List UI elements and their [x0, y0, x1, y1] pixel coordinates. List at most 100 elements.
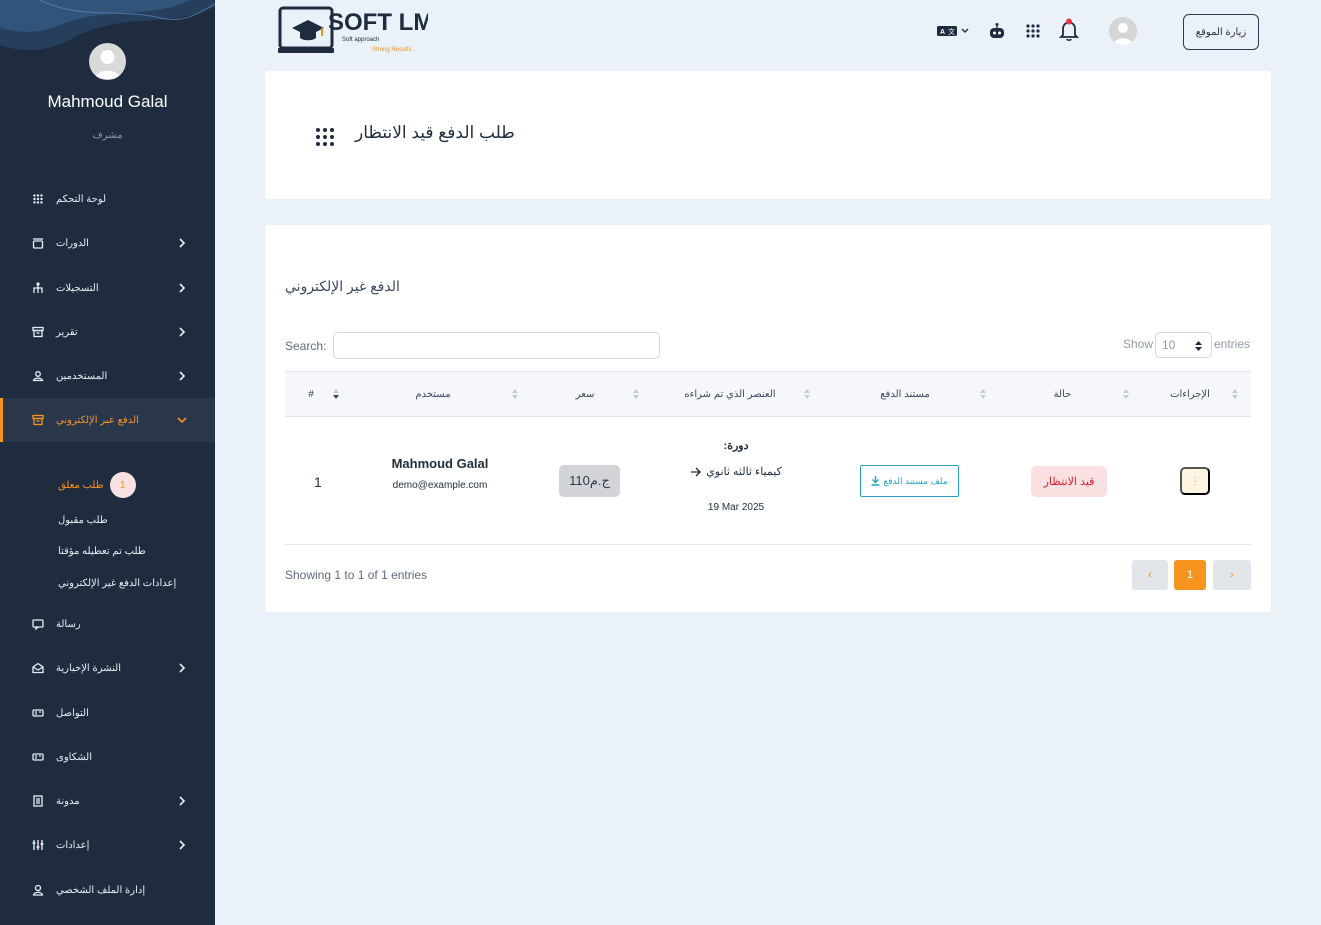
- arrow-right-icon: [691, 467, 702, 476]
- logo-sub-text: Soft approach: [342, 37, 379, 43]
- visit-site-button[interactable]: زيارة الموقع: [1183, 14, 1259, 50]
- row-user-name: Mahmoud Galal: [391, 456, 489, 471]
- pagination-next-button[interactable]: ›: [1213, 560, 1251, 590]
- avatar[interactable]: [89, 43, 126, 80]
- sort-icon[interactable]: [1232, 389, 1238, 399]
- sidebar-item-label: التسجيلات: [56, 282, 99, 294]
- sidebar-item-label: الدفع عبر الإلكتروني: [56, 414, 139, 426]
- column-header-index[interactable]: #: [299, 372, 323, 416]
- column-header-status[interactable]: حالة: [1030, 372, 1095, 416]
- chevron-right-icon: [179, 796, 186, 806]
- sidebar-item-settings[interactable]: إعدادات: [0, 823, 215, 867]
- entries-label: entries: [1214, 337, 1251, 351]
- sidebar-item-contact[interactable]: التواصل: [0, 691, 215, 735]
- row-actions-button[interactable]: ⋮: [1180, 467, 1210, 495]
- payment-icon: [30, 412, 46, 428]
- row-index: 1: [314, 474, 322, 490]
- row-item-name-wrapper[interactable]: كيمياء ثالثه ثانوي: [676, 465, 796, 478]
- sidebar-item-label: لوحة التحكم: [56, 193, 107, 205]
- sort-icon[interactable]: [1123, 389, 1129, 399]
- pagination-page-1[interactable]: 1: [1174, 560, 1206, 590]
- blog-icon: [30, 793, 46, 809]
- row-divider: [285, 544, 1251, 545]
- sort-icon[interactable]: [512, 389, 518, 399]
- sidebar-user-role: مشرف: [92, 130, 123, 141]
- sidebar-item-complaints[interactable]: الشكاوى: [0, 735, 215, 779]
- sidebar-item-registrations[interactable]: التسجيلات: [0, 266, 215, 310]
- sidebar-subitem-label: طلب معلق: [58, 479, 104, 491]
- sidebar-item-newsletter[interactable]: النشرة الإخبارية: [0, 646, 215, 690]
- sidebar-item-profile[interactable]: إدارة الملف الشخصي: [0, 868, 215, 912]
- entries-per-page-value: 10: [1162, 338, 1176, 352]
- sidebar-item-label: المستخدمين: [56, 370, 108, 382]
- pending-count-badge: 1: [109, 472, 136, 498]
- sidebar-subitem-label: إعدادات الدفع غير الإلكتروني: [58, 578, 177, 589]
- sidebar-subitem-suspended[interactable]: طلب تم تعطيله مؤقتا: [58, 546, 146, 557]
- report-icon: [30, 324, 46, 340]
- users-icon: [30, 368, 46, 384]
- sidebar-item-label: النشرة الإخبارية: [56, 662, 121, 674]
- language-icon[interactable]: A文: [936, 24, 970, 38]
- pagination-prev-button[interactable]: ‹: [1132, 560, 1168, 590]
- column-header-user[interactable]: مستخدم: [385, 372, 481, 416]
- entries-per-page-select[interactable]: 10: [1155, 332, 1212, 358]
- search-input[interactable]: [333, 332, 660, 359]
- sidebar-item-report[interactable]: تقرير: [0, 310, 215, 354]
- newsletter-icon: [30, 660, 46, 676]
- search-label: Search:: [285, 339, 327, 353]
- svg-text:文: 文: [948, 27, 955, 36]
- sort-icon[interactable]: [804, 389, 810, 399]
- sidebar-subitem-label: طلب مقبول: [58, 515, 108, 526]
- column-header-price[interactable]: سعر: [555, 372, 615, 416]
- sidebar-item-label: تقرير: [56, 326, 78, 338]
- status-badge: قيد الانتظار: [1031, 466, 1107, 497]
- row-user-email: demo@example.com: [392, 480, 488, 491]
- sidebar-item-label: مدونة: [56, 795, 80, 807]
- sidebar-item-offline-payment[interactable]: الدفع عبر الإلكتروني: [0, 398, 215, 442]
- sidebar-user-name: Mahmoud Galal: [47, 92, 168, 111]
- table-header: # مستخدم سعر العنصر الذي تم شراءه مستند …: [285, 371, 1251, 417]
- row-price: 110ج.م: [559, 465, 620, 497]
- grid-icon: [30, 191, 46, 207]
- row-item-date: 19 Mar 2025: [707, 502, 765, 513]
- sidebar-item-message[interactable]: رسالة: [0, 602, 215, 646]
- column-header-actions[interactable]: الإجراءات: [1155, 372, 1225, 416]
- row-item-name: كيمياء ثالثه ثانوي: [706, 466, 782, 478]
- page-title: طلب الدفع قيد الانتظار: [355, 123, 515, 142]
- robot-icon[interactable]: [988, 22, 1006, 40]
- sidebar-item-dashboard[interactable]: لوحة التحكم: [0, 177, 215, 221]
- sidebar-item-label: الشكاوى: [56, 751, 92, 763]
- sidebar-item-label: إدارة الملف الشخصي: [56, 884, 146, 896]
- settings-icon: [30, 837, 46, 853]
- apps-icon[interactable]: [1026, 24, 1040, 38]
- table-info: Showing 1 to 1 of 1 entries: [285, 568, 428, 582]
- download-document-button[interactable]: ملف مستند الدفع: [860, 465, 959, 497]
- logo-sub-text: Strong Results: [372, 47, 411, 53]
- sidebar-item-blog[interactable]: مدونة: [0, 779, 215, 823]
- bell-icon[interactable]: [1058, 18, 1080, 42]
- sidebar-subitem-accepted[interactable]: طلب مقبول: [58, 515, 108, 526]
- soft-lms-logo[interactable]: SOFT LMS Soft approach Strong Results: [278, 6, 428, 56]
- chevron-right-icon: [179, 663, 186, 673]
- table-card: [265, 225, 1271, 612]
- download-document-label: ملف مستند الدفع: [883, 475, 948, 486]
- registrations-icon: [30, 280, 46, 296]
- course-icon: [30, 235, 46, 251]
- sort-icon[interactable]: [980, 389, 986, 399]
- sort-icon[interactable]: [633, 389, 639, 399]
- top-avatar[interactable]: [1109, 17, 1137, 45]
- chevron-down-icon: [177, 417, 187, 424]
- sidebar: Mahmoud Galal مشرف لوحة التحكم الدورات ا…: [0, 0, 215, 925]
- message-icon: [30, 616, 46, 632]
- sidebar-subitem-offline-settings[interactable]: إعدادات الدفع غير الإلكتروني: [58, 578, 176, 589]
- sidebar-item-label: التواصل: [56, 707, 89, 719]
- chevron-right-icon: [179, 238, 186, 248]
- sidebar-subitem-pending[interactable]: طلب معلق 1: [58, 472, 136, 498]
- sort-icon[interactable]: [333, 389, 339, 399]
- column-header-document[interactable]: مستند الدفع: [865, 372, 945, 416]
- sidebar-item-courses[interactable]: الدورات: [0, 221, 215, 265]
- column-header-item[interactable]: العنصر الذي تم شراءه: [670, 372, 790, 416]
- sidebar-item-users[interactable]: المستخدمين: [0, 354, 215, 398]
- profile-icon: [30, 882, 46, 898]
- chevron-right-icon: [179, 327, 186, 337]
